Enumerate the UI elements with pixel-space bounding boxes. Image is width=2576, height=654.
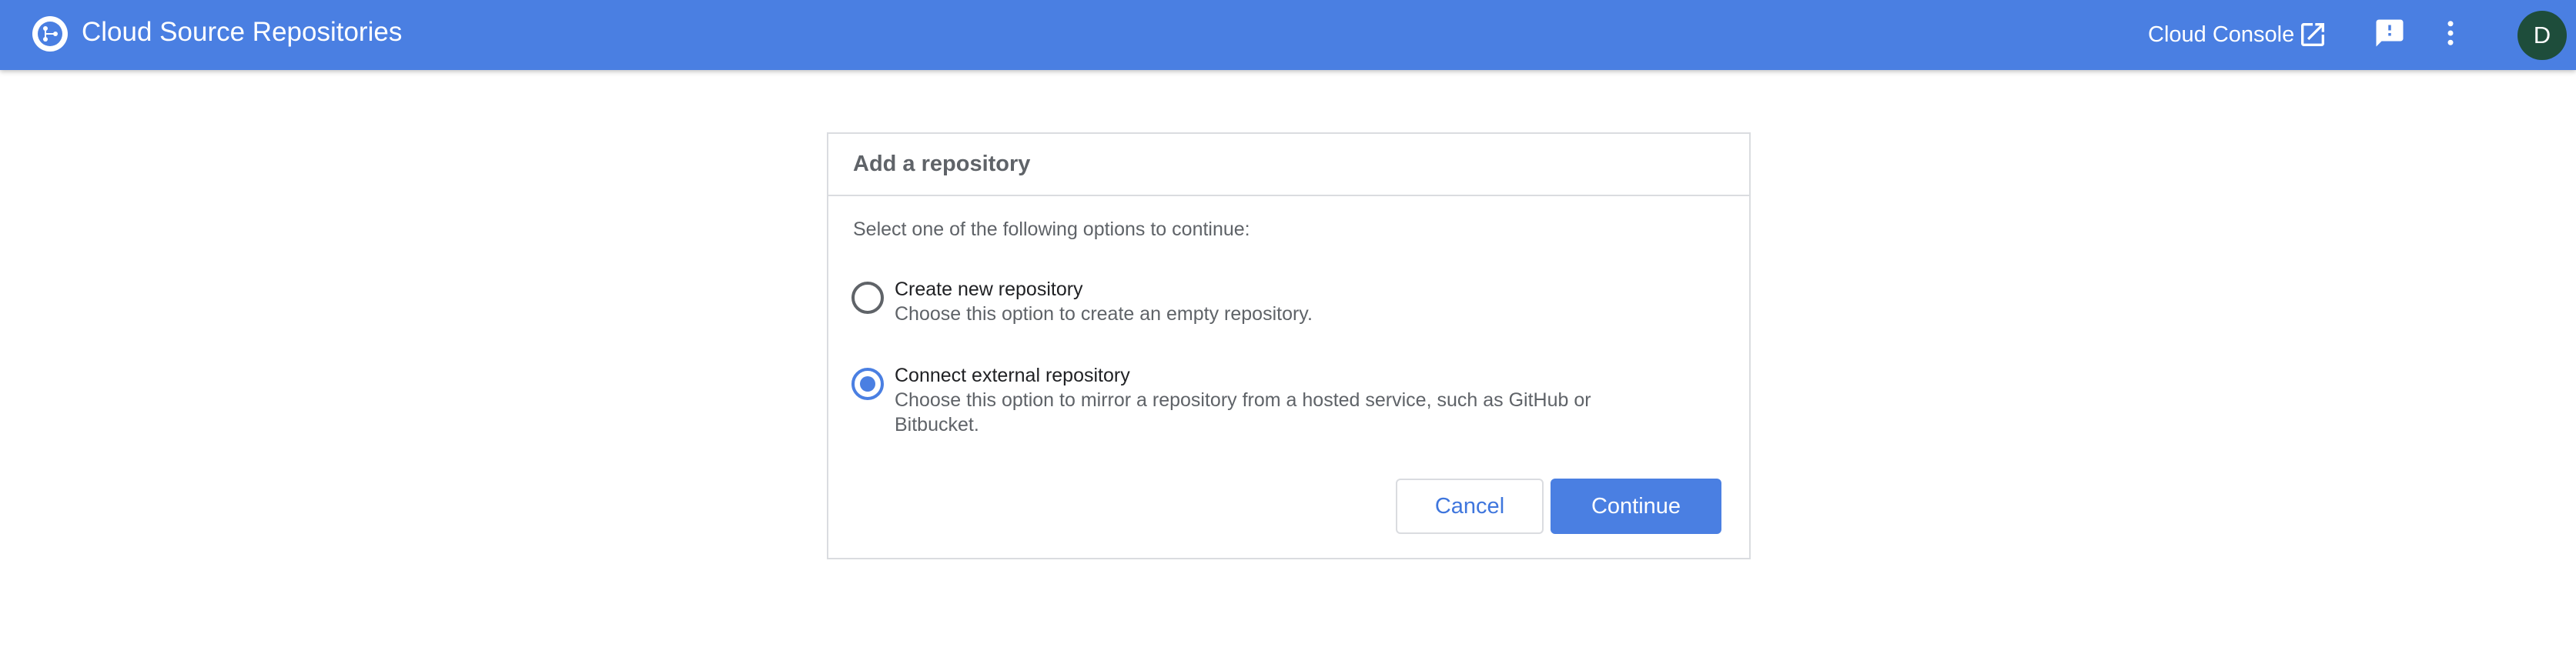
cloud-console-link[interactable]: Cloud Console <box>2148 17 2328 52</box>
dialog-title: Add a repository <box>853 152 1031 176</box>
app-title: Cloud Source Repositories <box>82 17 403 47</box>
more-vert-icon <box>2434 17 2467 53</box>
feedback-button[interactable] <box>2370 15 2409 54</box>
more-options-button[interactable] <box>2431 15 2470 54</box>
radio-create-new-repository[interactable] <box>851 282 884 314</box>
account-avatar[interactable]: D <box>2517 11 2567 60</box>
continue-button[interactable]: Continue <box>1551 479 1721 534</box>
add-repository-dialog: Add a repository Select one of the follo… <box>827 132 1751 559</box>
cloud-console-link-label: Cloud Console <box>2148 22 2295 47</box>
feedback-icon <box>2374 17 2406 53</box>
option-description: Choose this option to create an empty re… <box>895 303 1313 325</box>
radio-connect-external-repository[interactable] <box>851 368 884 400</box>
source-repositories-logo-icon[interactable] <box>32 16 68 52</box>
option-label: Connect external repository <box>895 365 1130 386</box>
option-description: Choose this option to mirror a repositor… <box>895 389 1591 435</box>
open-in-new-icon <box>2297 19 2328 50</box>
app-bar: Cloud Source Repositories Cloud Console … <box>0 0 2576 70</box>
dialog-instruction: Select one of the following options to c… <box>853 219 1250 240</box>
cancel-button[interactable]: Cancel <box>1396 479 1544 534</box>
option-label: Create new repository <box>895 279 1083 300</box>
dialog-header: Add a repository <box>828 134 1749 196</box>
